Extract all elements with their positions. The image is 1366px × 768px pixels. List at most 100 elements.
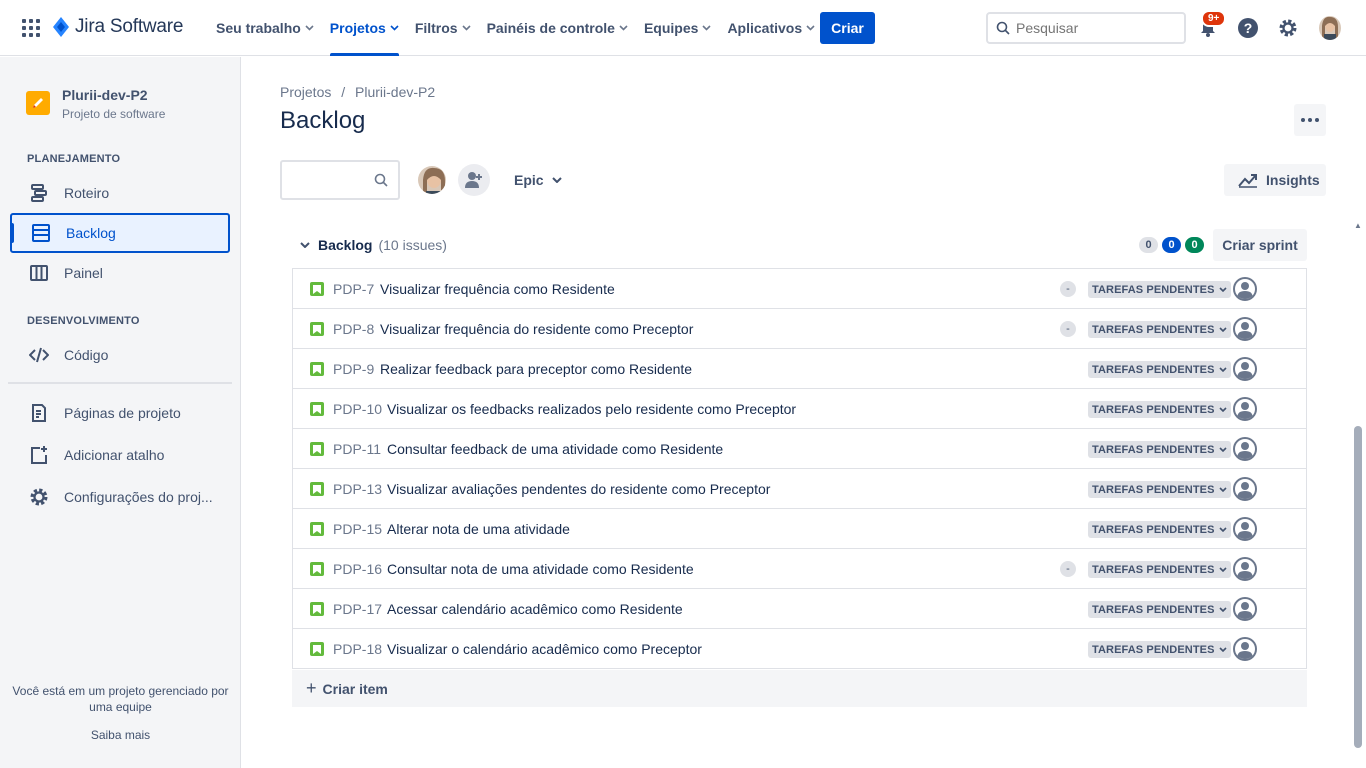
issue-key[interactable]: PDP-18 <box>333 641 382 657</box>
estimate-badge[interactable]: - <box>1060 321 1076 337</box>
more-horizontal-icon <box>1301 118 1319 122</box>
unassigned-avatar-icon[interactable] <box>1233 477 1257 501</box>
nav-item-equipes[interactable]: Equipes <box>636 0 719 56</box>
create-button[interactable]: Criar <box>820 12 875 44</box>
issue-key[interactable]: PDP-15 <box>333 521 382 537</box>
epic-filter-dropdown[interactable]: Epic <box>506 164 570 196</box>
sidebar-item-label: Roteiro <box>64 185 110 201</box>
top-navigation: Jira Software Seu trabalho Projetos Filtro… <box>0 0 1366 56</box>
unassigned-avatar-icon[interactable] <box>1233 357 1257 381</box>
search-icon <box>374 173 388 187</box>
nav-item-label: Seu trabalho <box>216 20 301 36</box>
unassigned-avatar-icon[interactable] <box>1233 597 1257 621</box>
issue-key[interactable]: PDP-7 <box>333 281 374 297</box>
learn-more-link[interactable]: Saiba mais <box>0 727 241 743</box>
chevron-down-icon <box>1218 527 1227 532</box>
assignee-filter-avatar[interactable] <box>416 164 448 196</box>
nav-item-aplicativos[interactable]: Aplicativos <box>719 0 823 56</box>
issue-key[interactable]: PDP-9 <box>333 361 374 377</box>
unassigned-avatar-icon[interactable] <box>1233 637 1257 661</box>
estimate-badge[interactable]: - <box>1060 561 1076 577</box>
status-dropdown[interactable]: TAREFAS PENDENTES <box>1088 441 1231 458</box>
issue-row[interactable]: PDP-7 Visualizar frequência como Resident… <box>293 269 1306 309</box>
nav-item-pain-is-de-controle[interactable]: Painéis de controle <box>479 0 636 56</box>
unassigned-avatar-icon[interactable] <box>1233 277 1257 301</box>
issue-row[interactable]: PDP-18 Visualizar o calendário acadêmico … <box>293 629 1306 669</box>
issue-key[interactable]: PDP-10 <box>333 401 382 417</box>
unassigned-avatar-icon[interactable] <box>1233 317 1257 341</box>
sidebar-item-board[interactable]: Painel <box>10 253 230 293</box>
issue-summary: Visualizar o calendário acadêmico como P… <box>387 640 702 657</box>
nav-item-filtros[interactable]: Filtros <box>407 0 479 56</box>
issue-summary: Visualizar os feedbacks realizados pelo … <box>387 400 797 417</box>
more-actions-button[interactable] <box>1294 104 1326 136</box>
sidebar-item-add-shortcut[interactable]: Adicionar atalho <box>10 435 230 475</box>
sidebar-item-backlog[interactable]: Backlog <box>10 213 230 253</box>
story-icon <box>310 282 324 296</box>
issue-key[interactable]: PDP-16 <box>333 561 382 577</box>
add-people-button[interactable] <box>458 164 490 196</box>
project-header[interactable]: Plurii-dev-P2 Projeto de software <box>26 87 165 121</box>
sidebar-item-project-pages[interactable]: Páginas de projeto <box>10 393 230 433</box>
story-icon <box>310 642 324 656</box>
issue-key[interactable]: PDP-17 <box>333 601 382 617</box>
chevron-down-icon[interactable] <box>300 242 310 248</box>
development-section-title: DESENVOLVIMENTO <box>27 315 140 327</box>
chevron-down-icon <box>551 177 562 183</box>
search-input[interactable] <box>1016 20 1166 36</box>
unassigned-avatar-icon[interactable] <box>1233 517 1257 541</box>
search-field[interactable] <box>986 12 1186 44</box>
issue-row[interactable]: PDP-11 Consultar feedback de uma atividad… <box>293 429 1306 469</box>
create-issue-button[interactable]: + Criar item <box>292 670 1307 707</box>
status-dropdown[interactable]: TAREFAS PENDENTES <box>1088 521 1231 538</box>
create-sprint-button[interactable]: Criar sprint <box>1213 229 1307 261</box>
issue-key[interactable]: PDP-13 <box>333 481 382 497</box>
breadcrumb-project[interactable]: Plurii-dev-P2 <box>355 84 435 100</box>
status-dropdown[interactable]: TAREFAS PENDENTES <box>1088 561 1231 578</box>
status-dropdown[interactable]: TAREFAS PENDENTES <box>1088 601 1231 618</box>
status-dropdown[interactable]: TAREFAS PENDENTES <box>1088 321 1231 338</box>
breadcrumb-projects[interactable]: Projetos <box>280 84 331 100</box>
issue-summary: Visualizar avaliações pendentes do resid… <box>387 480 771 497</box>
status-dropdown[interactable]: TAREFAS PENDENTES <box>1088 281 1231 298</box>
status-dropdown[interactable]: TAREFAS PENDENTES <box>1088 401 1231 418</box>
issue-summary: Alterar nota de uma atividade <box>387 520 570 537</box>
sidebar-item-project-settings[interactable]: Configurações do proj... <box>10 477 230 517</box>
unassigned-avatar-icon[interactable] <box>1233 437 1257 461</box>
status-dropdown[interactable]: TAREFAS PENDENTES <box>1088 481 1231 498</box>
issue-key[interactable]: PDP-8 <box>333 321 374 337</box>
issue-row[interactable]: PDP-15 Alterar nota de uma atividade TAREF… <box>293 509 1306 549</box>
backlog-section-header[interactable]: Backlog (10 issues) <box>300 237 447 253</box>
sidebar-item-label: Backlog <box>66 225 116 241</box>
issue-row[interactable]: PDP-9 Realizar feedback para preceptor co… <box>293 349 1306 389</box>
insights-button[interactable]: Insights <box>1224 164 1326 196</box>
unassigned-avatar-icon[interactable] <box>1233 557 1257 581</box>
issue-row[interactable]: PDP-17 Acessar calendário acadêmico como … <box>293 589 1306 629</box>
app-switcher-icon[interactable] <box>22 19 40 37</box>
status-dropdown[interactable]: TAREFAS PENDENTES <box>1088 641 1231 658</box>
status-dropdown[interactable]: TAREFAS PENDENTES <box>1088 361 1231 378</box>
status-label: TAREFAS PENDENTES <box>1092 363 1215 376</box>
settings-gear-icon[interactable] <box>1276 16 1300 40</box>
unassigned-avatar-icon[interactable] <box>1233 397 1257 421</box>
user-avatar[interactable] <box>1319 16 1341 40</box>
nav-item-projetos[interactable]: Projetos <box>322 0 407 56</box>
backlog-search-input[interactable] <box>280 160 400 200</box>
sidebar-item-label: Código <box>64 347 109 363</box>
scrollbar-thumb[interactable] <box>1354 426 1362 748</box>
add-user-icon <box>465 172 482 188</box>
issue-key[interactable]: PDP-11 <box>333 441 381 457</box>
issue-row[interactable]: PDP-13 Visualizar avaliações pendentes do… <box>293 469 1306 509</box>
sidebar-item-code[interactable]: Código <box>10 335 230 375</box>
issue-row[interactable]: PDP-16 Consultar nota de uma atividade co… <box>293 549 1306 589</box>
nav-item-seu-trabalho[interactable]: Seu trabalho <box>208 0 322 56</box>
sidebar-item-roadmap[interactable]: Roteiro <box>10 173 230 213</box>
chevron-down-icon <box>1218 647 1227 652</box>
trend-line-icon <box>1238 174 1257 188</box>
jira-logo[interactable]: Jira Software <box>52 16 183 38</box>
issue-row[interactable]: PDP-10 Visualizar os feedbacks realizados… <box>293 389 1306 429</box>
estimate-badge[interactable]: - <box>1060 281 1076 297</box>
issue-row[interactable]: PDP-8 Visualizar frequência do residente … <box>293 309 1306 349</box>
help-icon[interactable]: ? <box>1236 16 1260 40</box>
scroll-up-arrow-icon[interactable]: ▲ <box>1354 221 1362 230</box>
